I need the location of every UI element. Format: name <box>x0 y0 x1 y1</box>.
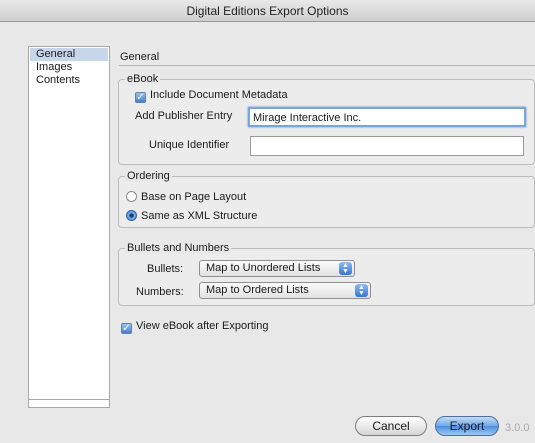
radio-label: Same as XML Structure <box>141 210 258 222</box>
section-heading: General <box>120 51 160 63</box>
unique-identifier-label: Unique Identifier <box>149 139 230 151</box>
radio-same-as-xml-structure[interactable]: Same as XML Structure <box>126 210 257 222</box>
publisher-entry-field[interactable]: Mirage Interactive Inc. <box>248 107 526 127</box>
ordering-group: Ordering Base on Page Layout Same as XML… <box>118 170 535 228</box>
bullets-numbers-group-legend: Bullets and Numbers <box>125 242 232 254</box>
numbers-select-value: Map to Ordered Lists <box>206 284 309 296</box>
up-down-arrows-icon: ▲ ▼ <box>339 262 352 275</box>
ordering-group-legend: Ordering <box>125 170 172 182</box>
version-text: 3.0.0 <box>505 422 530 434</box>
up-down-arrows-icon: ▲ ▼ <box>355 284 368 297</box>
include-metadata-checkbox[interactable]: ✓ Include Document Metadata <box>135 89 288 103</box>
window-title: Digital Editions Export Options <box>0 0 535 22</box>
bullets-select-value: Map to Unordered Lists <box>206 262 321 274</box>
heading-divider <box>119 65 535 66</box>
checkmark-icon: ✓ <box>121 323 132 334</box>
bullets-select[interactable]: Map to Unordered Lists ▲ ▼ <box>199 260 355 277</box>
sidebar-item-contents[interactable]: Contents <box>29 74 109 87</box>
category-list: General Images Contents <box>28 46 110 408</box>
view-after-export-checkbox[interactable]: ✓ View eBook after Exporting <box>121 320 268 334</box>
radio-base-on-page-layout[interactable]: Base on Page Layout <box>126 191 246 203</box>
numbers-label: Numbers: <box>136 286 184 298</box>
unique-identifier-field[interactable] <box>250 136 524 156</box>
ebook-group-legend: eBook <box>125 73 161 85</box>
bullets-label: Bullets: <box>147 263 184 275</box>
cancel-button[interactable]: Cancel <box>355 416 427 436</box>
radio-off-icon <box>126 191 137 202</box>
sidebar-item-images[interactable]: Images <box>29 61 109 74</box>
checkmark-icon: ✓ <box>135 92 146 103</box>
view-after-export-label: View eBook after Exporting <box>136 320 269 332</box>
numbers-select[interactable]: Map to Ordered Lists ▲ ▼ <box>199 282 371 299</box>
sidebar-item-general[interactable]: General <box>30 48 108 61</box>
sidebar-divider <box>28 399 110 401</box>
radio-on-icon <box>126 210 137 221</box>
export-button[interactable]: Export <box>435 416 499 436</box>
ebook-group: eBook ✓ Include Document Metadata Add Pub… <box>118 73 535 165</box>
publisher-entry-label: Add Publisher Entry <box>135 110 233 122</box>
include-metadata-label: Include Document Metadata <box>150 89 288 101</box>
radio-label: Base on Page Layout <box>141 191 247 203</box>
bullets-numbers-group: Bullets and Numbers Bullets: Map to Unor… <box>118 242 535 306</box>
